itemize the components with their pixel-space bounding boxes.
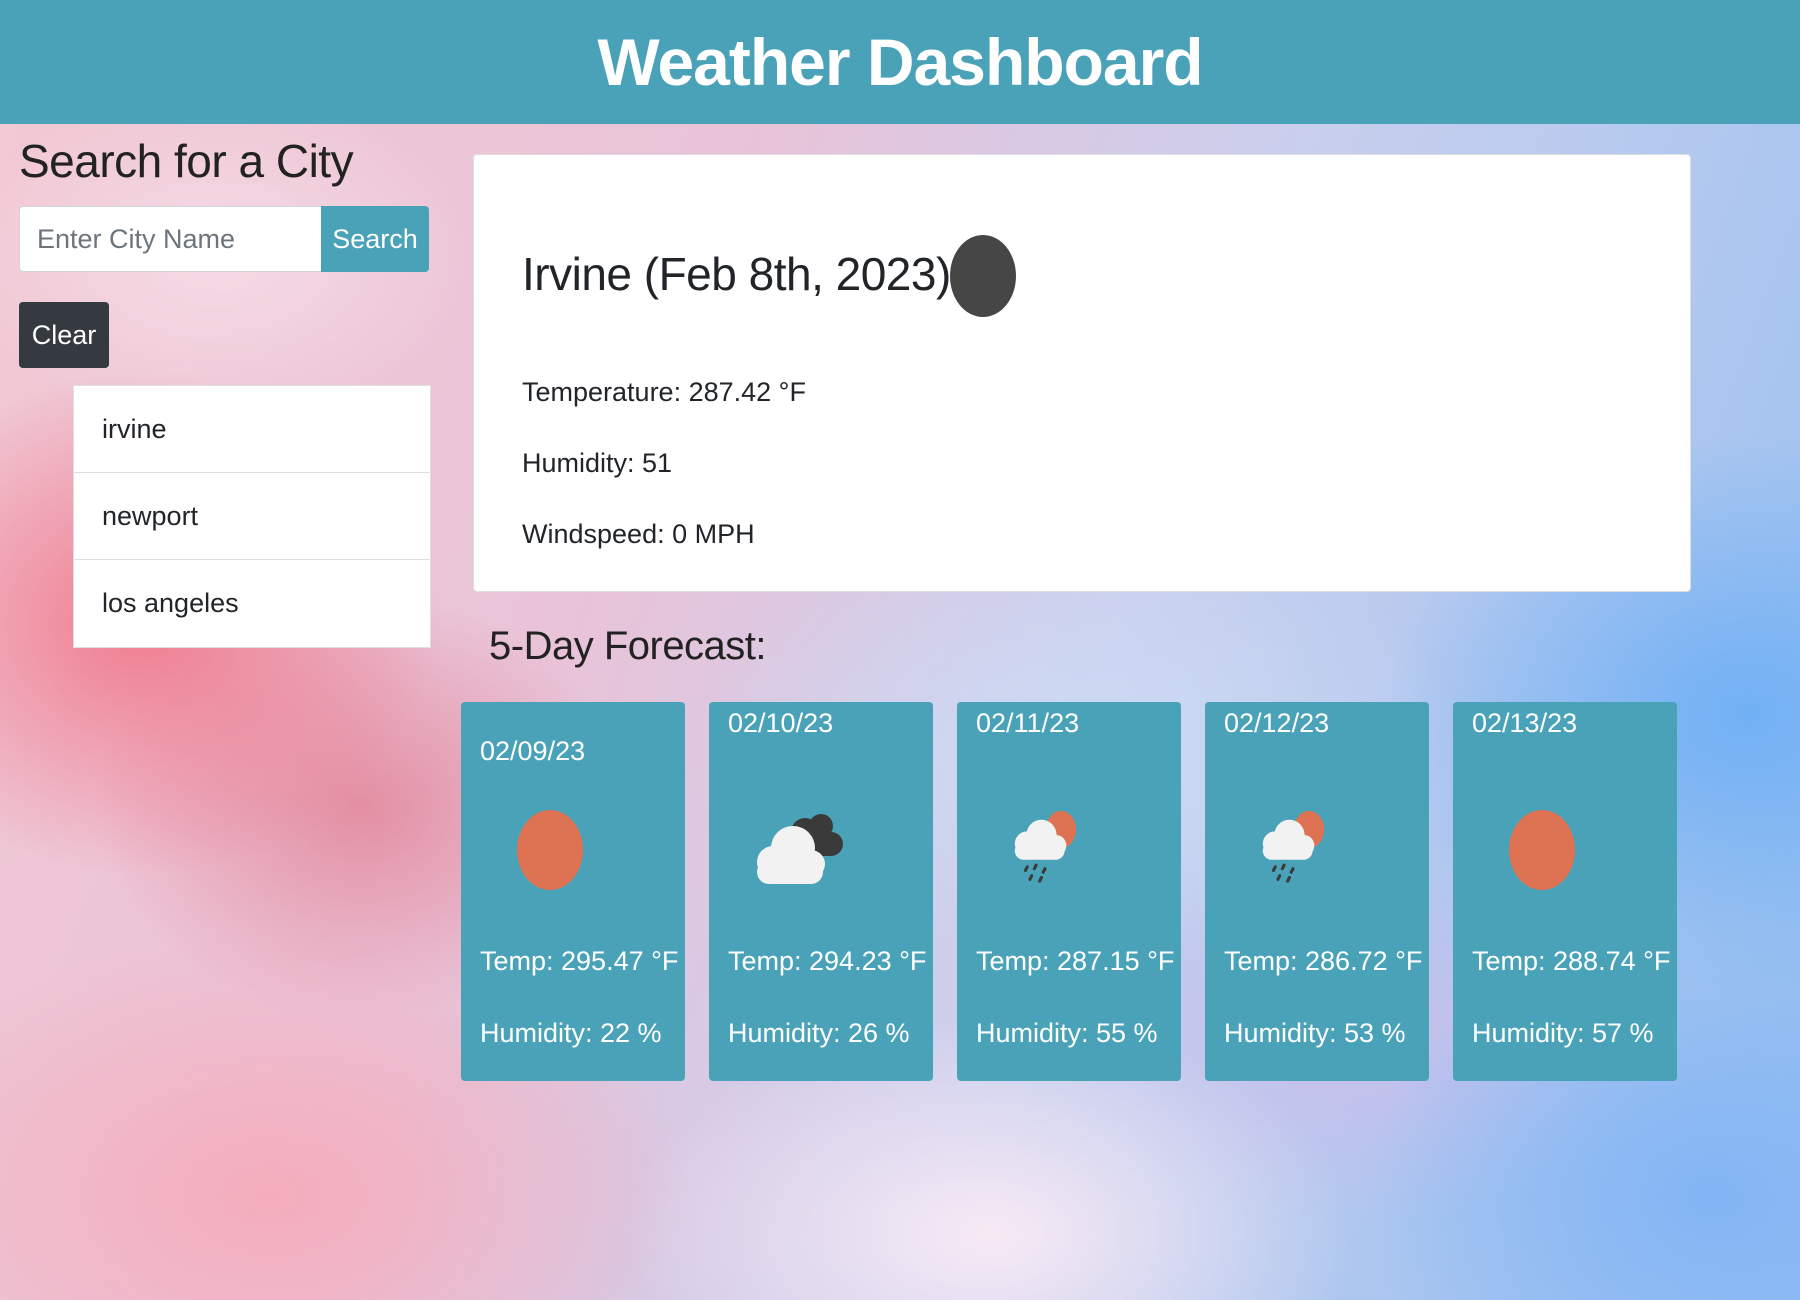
sun-icon bbox=[517, 810, 583, 890]
forecast-humidity: Humidity: 26 % bbox=[728, 1018, 910, 1048]
forecast-date: 02/12/23 bbox=[1224, 708, 1330, 738]
forecast-humidity: Humidity: 57 % bbox=[1472, 1018, 1654, 1048]
forecast-date: 02/11/23 bbox=[976, 708, 1080, 738]
history-item-newport[interactable]: newport bbox=[74, 473, 430, 560]
page-title: Weather Dashboard bbox=[597, 25, 1203, 99]
forecast-temp: Temp: 286.72 °F bbox=[1224, 946, 1423, 976]
forecast-humidity: Humidity: 55 % bbox=[976, 1018, 1158, 1048]
search-group: Search bbox=[19, 206, 429, 272]
current-temperature: Temperature: 287.42 °F bbox=[522, 377, 806, 407]
rain-sun-icon bbox=[1014, 810, 1077, 883]
cloudy-icon bbox=[757, 814, 843, 884]
forecast-heading: 5-Day Forecast: bbox=[489, 624, 767, 668]
history-item-los-angeles[interactable]: los angeles bbox=[74, 560, 430, 647]
forecast-temp: Temp: 287.15 °F bbox=[976, 946, 1175, 976]
current-windspeed: Windspeed: 0 MPH bbox=[522, 519, 755, 549]
forecast-humidity: Humidity: 22 % bbox=[480, 1018, 662, 1048]
search-button[interactable]: Search bbox=[321, 206, 429, 272]
rain-sun-icon bbox=[1262, 810, 1325, 883]
forecast-card: 02/13/23 Temp: 288.74 °F Humidity: 57 % bbox=[1453, 702, 1677, 1081]
forecast-card: 02/10/23 Temp: 294.23 °F Humidity: 26 % bbox=[709, 702, 933, 1081]
forecast-temp: Temp: 288.74 °F bbox=[1472, 946, 1671, 976]
header-bar: Weather Dashboard bbox=[0, 0, 1800, 124]
history-item-irvine[interactable]: irvine bbox=[74, 386, 430, 473]
sun-icon bbox=[1509, 810, 1575, 890]
city-search-input[interactable] bbox=[19, 206, 321, 272]
forecast-date: 02/13/23 bbox=[1472, 708, 1578, 738]
current-humidity: Humidity: 51 bbox=[522, 448, 673, 478]
forecast-date: 02/09/23 bbox=[480, 736, 586, 766]
current-weather-card: Irvine (Feb 8th, 2023) Temperature: 287.… bbox=[473, 154, 1691, 592]
search-heading: Search for a City bbox=[19, 135, 354, 187]
clear-button[interactable]: Clear bbox=[19, 302, 109, 368]
dark-circle-icon bbox=[950, 235, 1016, 317]
forecast-temp: Temp: 295.47 °F bbox=[480, 946, 679, 976]
forecast-card: 02/09/23 Temp: 295.47 °F Humidity: 22 % bbox=[461, 702, 685, 1081]
search-history-list: irvine newport los angeles bbox=[73, 385, 431, 648]
forecast-humidity: Humidity: 53 % bbox=[1224, 1018, 1406, 1048]
forecast-card: 02/11/23 Temp: 287.15 °F Humidity: 55 % bbox=[957, 702, 1181, 1081]
forecast-date: 02/10/23 bbox=[728, 708, 834, 738]
forecast-temp: Temp: 294.23 °F bbox=[728, 946, 927, 976]
forecast-card: 02/12/23 Temp: 286.72 °F Humidity: 53 % bbox=[1205, 702, 1429, 1081]
current-city-title: Irvine (Feb 8th, 2023) bbox=[522, 248, 951, 300]
